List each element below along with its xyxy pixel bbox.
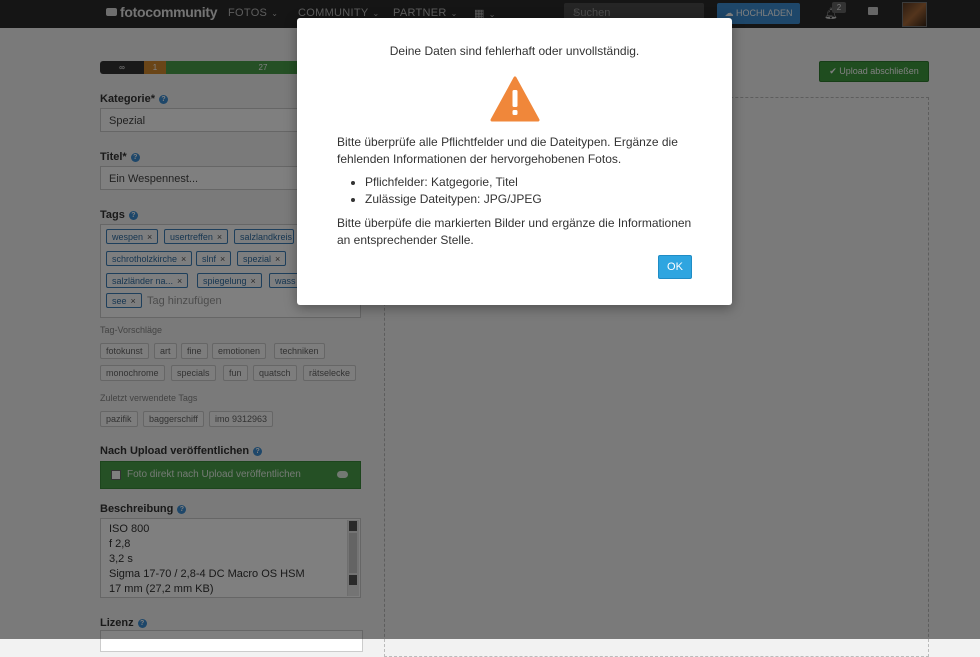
list-item: Zulässige Dateitypen: JPG/JPEG — [365, 191, 542, 208]
dialog-requirements-list: Pflichfelder: Katgegorie, Titel Zulässig… — [337, 174, 542, 208]
warning-icon — [490, 76, 540, 122]
list-item: Pflichfelder: Katgegorie, Titel — [365, 174, 542, 191]
error-dialog: Deine Daten sind fehlerhaft oder unvolls… — [297, 18, 732, 305]
dialog-instruction: Bitte überpüfe die markierten Bilder und… — [337, 216, 692, 247]
dialog-message: Bitte überprüfe alle Pflichtfelder und d… — [337, 135, 678, 166]
ok-button[interactable]: OK — [658, 255, 692, 279]
dialog-title: Deine Daten sind fehlerhaft oder unvolls… — [389, 44, 640, 58]
